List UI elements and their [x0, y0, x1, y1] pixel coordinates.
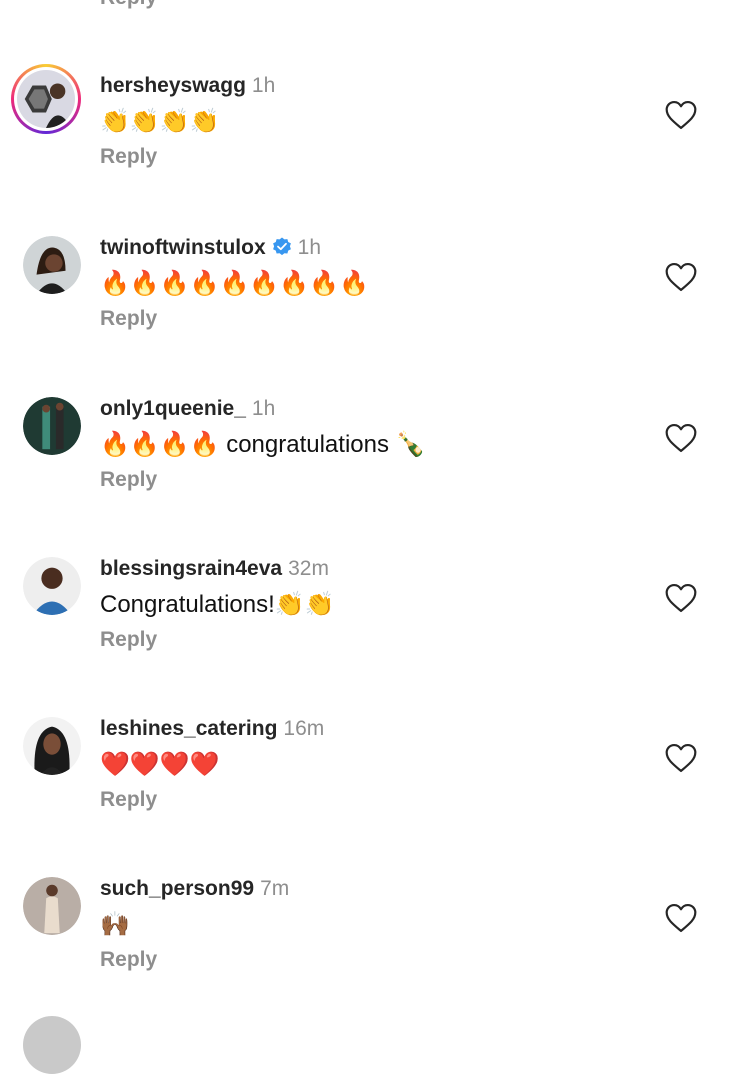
comment-item: twinoftwinstulox 1h 🔥🔥🔥🔥🔥🔥🔥🔥🔥 Reply: [0, 236, 734, 366]
timestamp: 1h: [297, 236, 322, 259]
heart-icon: [665, 743, 697, 773]
reply-button[interactable]: Reply: [100, 145, 157, 169]
username[interactable]: blessingsrain4eva: [100, 557, 282, 580]
comment-header: such_person99 7m: [100, 875, 289, 903]
comment-text: Congratulations!👏👏: [100, 591, 335, 618]
comment-item: blessingsrain4eva 32m Congratulations!👏👏 …: [0, 557, 734, 687]
timestamp: 1h: [251, 397, 276, 420]
comment-text: 👏👏👏👏: [100, 108, 220, 135]
reply-button[interactable]: Reply: [100, 307, 157, 331]
comment-header: leshines_catering 16m: [100, 715, 324, 743]
reply-button[interactable]: Reply: [100, 788, 157, 812]
avatar-image: [23, 877, 81, 935]
verified-badge-icon: [272, 237, 291, 256]
comment-header: only1queenie_ 1h: [100, 395, 275, 423]
comment-item: such_person99 7m 🙌🏾 Reply: [0, 877, 734, 1007]
reply-button[interactable]: Reply: [100, 948, 157, 972]
timestamp: 1h: [251, 74, 276, 97]
heart-icon: [665, 903, 697, 933]
timestamp: 7m: [260, 877, 290, 900]
avatar[interactable]: [23, 717, 81, 775]
timestamp: 32m: [288, 557, 329, 580]
comment-text: ❤️❤️❤️❤️: [100, 751, 220, 778]
username[interactable]: twinoftwinstulox: [100, 236, 266, 259]
reply-button[interactable]: Reply: [100, 468, 157, 492]
like-button[interactable]: [664, 262, 698, 292]
like-button[interactable]: [664, 743, 698, 773]
like-button[interactable]: [664, 903, 698, 933]
username[interactable]: leshines_catering: [100, 717, 277, 740]
reply-button[interactable]: Reply: [100, 628, 157, 652]
comment-text: 🔥🔥🔥🔥 congratulations 🍾: [100, 431, 426, 458]
username[interactable]: only1queenie_: [100, 397, 246, 420]
avatar[interactable]: [23, 557, 81, 615]
like-button[interactable]: [664, 100, 698, 130]
avatar[interactable]: [23, 397, 81, 455]
comment-text: 🙌🏾: [100, 911, 130, 938]
username[interactable]: such_person99: [100, 877, 254, 900]
comment-header: blessingsrain4eva 32m: [100, 555, 329, 583]
heart-icon: [665, 262, 697, 292]
like-button[interactable]: [664, 423, 698, 453]
reply-button[interactable]: Reply: [100, 0, 157, 10]
avatar-image: [23, 397, 81, 455]
comment-header: hersheyswagg 1h: [100, 72, 275, 100]
avatar[interactable]: [23, 1016, 81, 1074]
avatar-image: [23, 557, 81, 615]
comment-item: hersheyswagg 1h 👏👏👏👏 Reply: [0, 64, 734, 204]
comment-item: only1queenie_ 1h 🔥🔥🔥🔥 congratulations 🍾 R…: [0, 397, 734, 527]
comment-text: 🔥🔥🔥🔥🔥🔥🔥🔥🔥: [100, 270, 369, 297]
heart-icon: [665, 583, 697, 613]
timestamp: 16m: [283, 717, 325, 740]
avatar[interactable]: [11, 64, 81, 134]
avatar[interactable]: [23, 877, 81, 935]
heart-icon: [665, 423, 697, 453]
avatar[interactable]: [23, 236, 81, 294]
avatar-image: [23, 717, 81, 775]
avatar-image: [17, 70, 75, 128]
username[interactable]: hersheyswagg: [100, 74, 246, 97]
heart-icon: [665, 100, 697, 130]
comment-item: leshines_catering 16m ❤️❤️❤️❤️ Reply: [0, 717, 734, 847]
avatar-image: [23, 236, 81, 294]
comment-header: twinoftwinstulox 1h: [100, 234, 321, 262]
like-button[interactable]: [664, 583, 698, 613]
